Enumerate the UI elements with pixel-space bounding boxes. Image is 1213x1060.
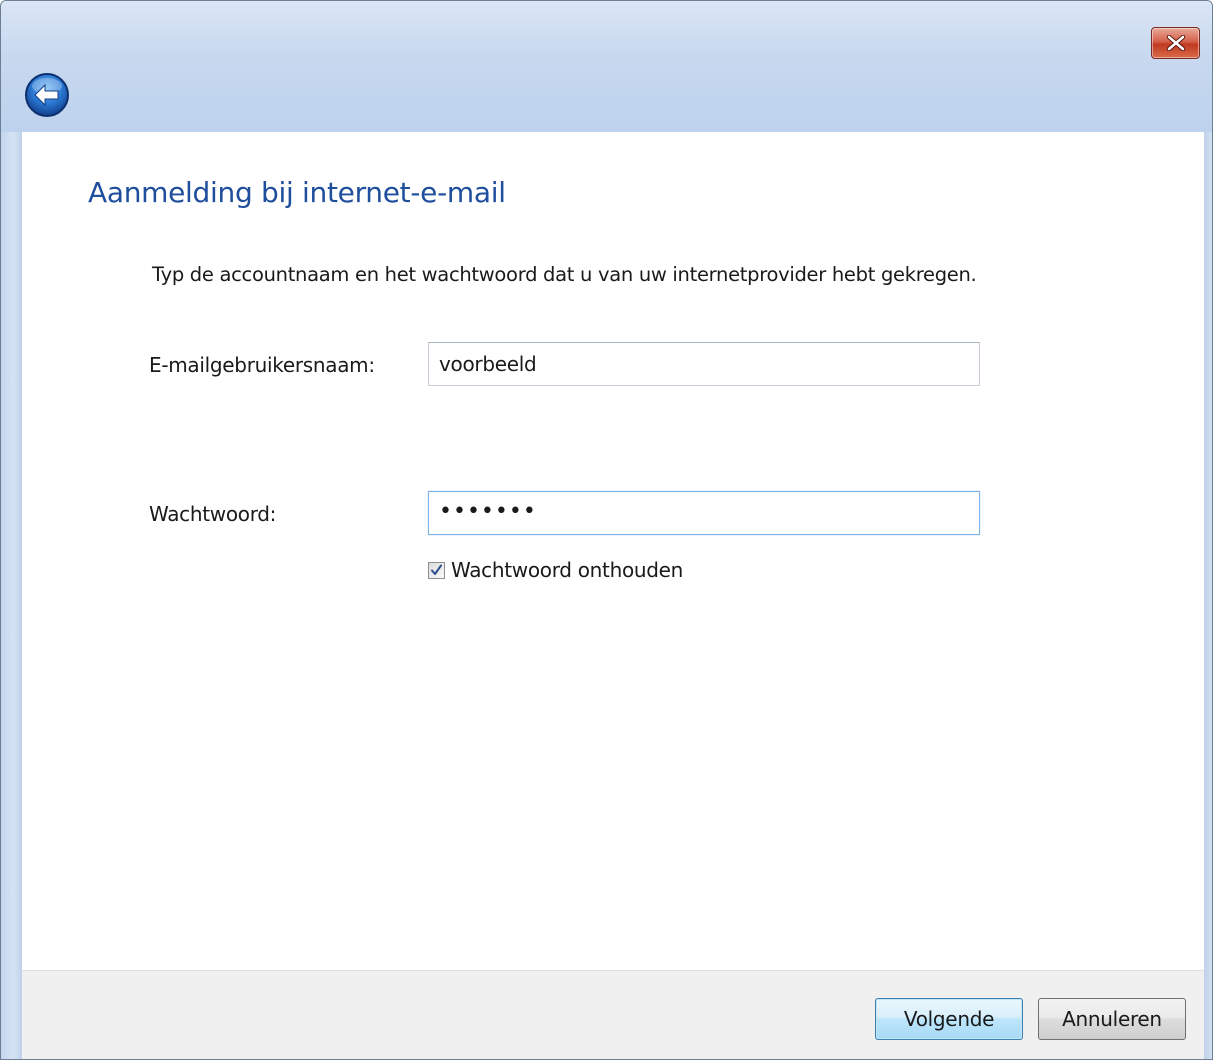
- checkbox-box[interactable]: [428, 561, 445, 579]
- page-title: Aanmelding bij internet-e-mail: [88, 176, 506, 209]
- title-bar: [1, 1, 1212, 132]
- close-x-icon: [1166, 35, 1185, 51]
- password-label: Wachtwoord:: [149, 502, 277, 526]
- close-button[interactable]: [1151, 27, 1200, 59]
- next-button[interactable]: Volgende: [875, 998, 1023, 1040]
- username-input[interactable]: [428, 342, 980, 386]
- username-label: E-mailgebruikersnaam:: [149, 353, 375, 377]
- cancel-button[interactable]: Annuleren: [1038, 998, 1186, 1040]
- wizard-content: Aanmelding bij internet-e-mail Typ de ac…: [22, 132, 1204, 970]
- button-bar: Volgende Annuleren: [22, 970, 1204, 1059]
- checkmark-icon: [431, 564, 442, 575]
- back-arrow-icon: [25, 73, 69, 117]
- wizard-window: Aanmelding bij internet-e-mail Typ de ac…: [0, 0, 1213, 1060]
- right-frame: [1204, 132, 1212, 1059]
- back-button[interactable]: [24, 72, 70, 118]
- remember-password-label: Wachtwoord onthouden: [451, 558, 684, 582]
- instruction-text: Typ de accountnaam en het wachtwoord dat…: [152, 263, 977, 286]
- left-frame: [1, 132, 22, 1059]
- remember-password-checkbox[interactable]: Wachtwoord onthouden: [428, 558, 683, 582]
- password-input[interactable]: [428, 491, 980, 535]
